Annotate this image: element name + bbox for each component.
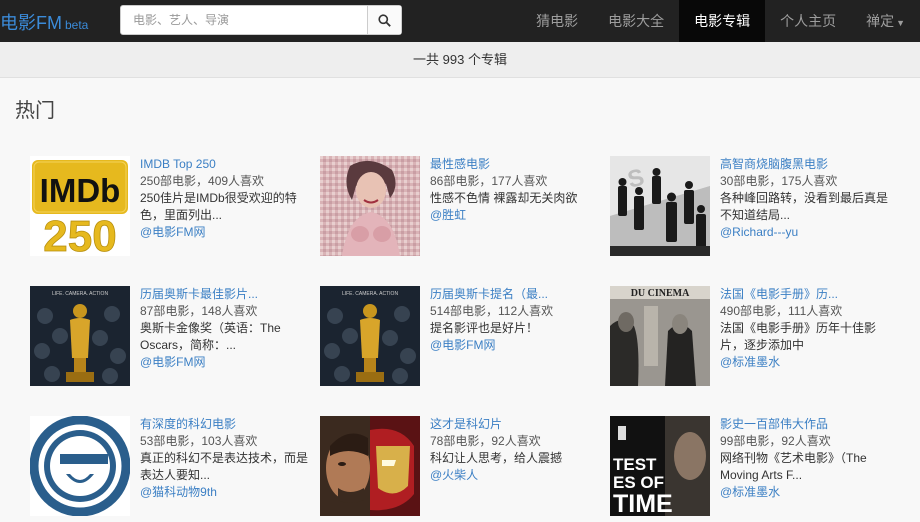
album-info: 高智商烧脑腹黑电影 30部电影，175人喜欢 各种峰回路转，没看到最后真是不知道… (720, 156, 895, 241)
album-stats: 86部电影，177人喜欢 (430, 174, 548, 188)
album-title[interactable]: IMDB Top 250 (140, 156, 315, 173)
album-stats: 87部电影，148人喜欢 (140, 304, 258, 318)
album-description: 科幻让人思考，给人震撼 (430, 451, 563, 465)
album-card: LIFE. CAMERA. ACTION 历届奥斯卡提名（最... 514部电影… (320, 286, 610, 391)
caret-down-icon: ▼ (896, 18, 905, 28)
album-info: 这才是科幻片 78部电影，92人喜欢 科幻让人思考，给人震撼 @火柴人 (430, 416, 605, 484)
album-cover-cahiers[interactable]: DU CINEMA (610, 286, 710, 386)
nav-guess-movie[interactable]: 猜电影 (521, 0, 593, 42)
album-description: 提名影评也是好片！ (430, 321, 539, 335)
album-title[interactable]: 这才是科幻片 (430, 416, 605, 433)
album-title[interactable]: 高智商烧脑腹黑电影 (720, 156, 895, 173)
album-title[interactable]: 历届奥斯卡最佳影片... (140, 286, 315, 303)
album-author[interactable]: @电影FM网 (430, 337, 605, 354)
section-title-hot: 热门 (15, 100, 55, 122)
album-card: 有深度的科幻电影 53部电影，103人喜欢 真正的科幻不是表达技术，而是表达人要… (30, 416, 320, 521)
test-of-time-image: TEST ES OF TIME (610, 416, 710, 516)
album-title[interactable]: 法国《电影手册》历... (720, 286, 895, 303)
album-stats: 514部电影，112人喜欢 (430, 304, 554, 318)
iron-man-image (320, 416, 420, 516)
search-input[interactable] (121, 6, 369, 34)
album-description: 真正的科幻不是表达技术，而是表达人要知... (140, 451, 309, 482)
imdb-logo-text: IMDb (40, 172, 121, 209)
oscar-statue-image: LIFE. CAMERA. ACTION (320, 286, 420, 386)
album-description: 各种峰回路转，没看到最后真是不知道结局... (720, 191, 889, 222)
album-card: LIFE. CAMERA. ACTION 历届奥斯卡最佳影片... 87部电影，… (30, 286, 320, 391)
album-description: 性感不色情 裸露却无关肉欲 (430, 191, 578, 205)
album-author[interactable]: @标准墨水 (720, 484, 895, 501)
album-cover-greatest-100[interactable]: TEST ES OF TIME (610, 416, 710, 516)
search-icon (378, 13, 391, 27)
album-cover-oscar-nominees[interactable]: LIFE. CAMERA. ACTION (320, 286, 420, 386)
imdb-logo: IMDb 250 (30, 156, 130, 256)
album-author[interactable]: @电影FM网 (140, 224, 315, 241)
album-description: 奥斯卡金像奖（英语：The Oscars，简称：... (140, 321, 281, 352)
album-author[interactable]: @火柴人 (430, 467, 605, 484)
album-title[interactable]: 最性感电影 (430, 156, 605, 173)
album-cover-sexy[interactable] (320, 156, 420, 256)
album-stats: 78部电影，92人喜欢 (430, 434, 541, 448)
album-info: 历届奥斯卡提名（最... 514部电影，112人喜欢 提名影评也是好片！ @电影… (430, 286, 605, 354)
navbar: 电影FMbeta 猜电影 电影大全 电影专辑 个人主页 禅定▼ (0, 0, 920, 42)
album-card: DU CINEMA 法国《电影手册》历... 490部电影，111人喜欢 法国《… (610, 286, 900, 391)
movie-poster-image: S (610, 156, 710, 256)
test-text: TEST (613, 455, 657, 474)
album-stats: 490部电影，111人喜欢 (720, 304, 843, 318)
album-stats: 99部电影，92人喜欢 (720, 434, 831, 448)
search-button[interactable] (367, 6, 401, 34)
nav-zen-dropdown[interactable]: 禅定 ▼ (851, 0, 920, 42)
album-author[interactable]: @电影FM网 (140, 354, 315, 371)
album-info: IMDB Top 250 250部电影，409人喜欢 250佳片是IMDb很受欢… (140, 156, 315, 241)
oscar-poster-header: LIFE. CAMERA. ACTION (52, 291, 109, 297)
album-count-bar: 一共 993 个专辑 (0, 42, 920, 78)
album-title[interactable]: 影史一百部伟大作品 (720, 416, 895, 433)
oscar-statue-image: LIFE. CAMERA. ACTION (30, 286, 130, 386)
album-cover-oscar-best[interactable]: LIFE. CAMERA. ACTION (30, 286, 130, 386)
album-card: IMDb 250 IMDB Top 250 250部电影，409人喜欢 250佳… (30, 156, 320, 261)
album-cover-deep-scifi[interactable] (30, 416, 130, 516)
album-cover-mindbend[interactable]: S (610, 156, 710, 256)
album-description: 250佳片是IMDb很受欢迎的特色，里面列出... (140, 191, 297, 222)
album-stats: 30部电影，175人喜欢 (720, 174, 838, 188)
album-card: TEST ES OF TIME 影史一百部伟大作品 99部电影，92人喜欢 网络… (610, 416, 900, 521)
album-info: 最性感电影 86部电影，177人喜欢 性感不色情 裸露却无关肉欲 @胜虹 (430, 156, 605, 224)
album-info: 影史一百部伟大作品 99部电影，92人喜欢 网络刊物《艺术电影》（The Mov… (720, 416, 895, 501)
album-card: 这才是科幻片 78部电影，92人喜欢 科幻让人思考，给人震撼 @火柴人 (320, 416, 610, 521)
album-cover-scifi[interactable] (320, 416, 420, 516)
mosaic-portrait-image (320, 156, 420, 256)
album-description: 网络刊物《艺术电影》（The Moving Arts F... (720, 451, 867, 482)
album-title[interactable]: 历届奥斯卡提名（最... (430, 286, 605, 303)
cinema-header-text: DU CINEMA (631, 288, 690, 299)
album-stats: 250部电影，409人喜欢 (140, 174, 265, 188)
brand-logo[interactable]: 电影FM beta (0, 9, 88, 35)
search-box (120, 5, 402, 35)
beta-label: beta (65, 18, 89, 32)
oscar-poster-header: LIFE. CAMERA. ACTION (342, 291, 399, 297)
album-cover-imdb[interactable]: IMDb 250 (30, 156, 130, 256)
magazine-cover-image: DU CINEMA (610, 286, 710, 386)
album-card: S 高智商烧脑腹黑电影 30部电影，175人喜欢 各种峰回路转，没看到最后真是不… (610, 156, 900, 261)
album-author[interactable]: @标准墨水 (720, 354, 895, 371)
time-text: TIME (613, 490, 673, 516)
album-author[interactable]: @猫科动物9th (140, 484, 315, 501)
album-author[interactable]: @胜虹 (430, 207, 605, 224)
album-stats: 53部电影，103人喜欢 (140, 434, 258, 448)
album-info: 有深度的科幻电影 53部电影，103人喜欢 真正的科幻不是表达技术，而是表达人要… (140, 416, 315, 501)
laughing-man-logo (30, 416, 130, 516)
album-title[interactable]: 有深度的科幻电影 (140, 416, 315, 433)
imdb-250-text: 250 (43, 212, 116, 256)
album-card: 最性感电影 86部电影，177人喜欢 性感不色情 裸露却无关肉欲 @胜虹 (320, 156, 610, 261)
nav-all-movies[interactable]: 电影大全 (593, 0, 679, 42)
main-nav: 猜电影 电影大全 电影专辑 个人主页 禅定 ▼ (521, 0, 920, 42)
brand-name: 电影FM (0, 13, 62, 33)
nav-movie-albums[interactable]: 电影专辑 (679, 0, 766, 42)
album-author[interactable]: @Richard---yu (720, 224, 895, 241)
nav-zen-label: 禅定 (866, 13, 895, 29)
nav-profile[interactable]: 个人主页 (765, 0, 851, 42)
album-description: 法国《电影手册》历年十佳影片，逐步添加中 (720, 321, 877, 352)
album-info: 历届奥斯卡最佳影片... 87部电影，148人喜欢 奥斯卡金像奖（英语：The … (140, 286, 315, 371)
album-info: 法国《电影手册》历... 490部电影，111人喜欢 法国《电影手册》历年十佳影… (720, 286, 895, 371)
